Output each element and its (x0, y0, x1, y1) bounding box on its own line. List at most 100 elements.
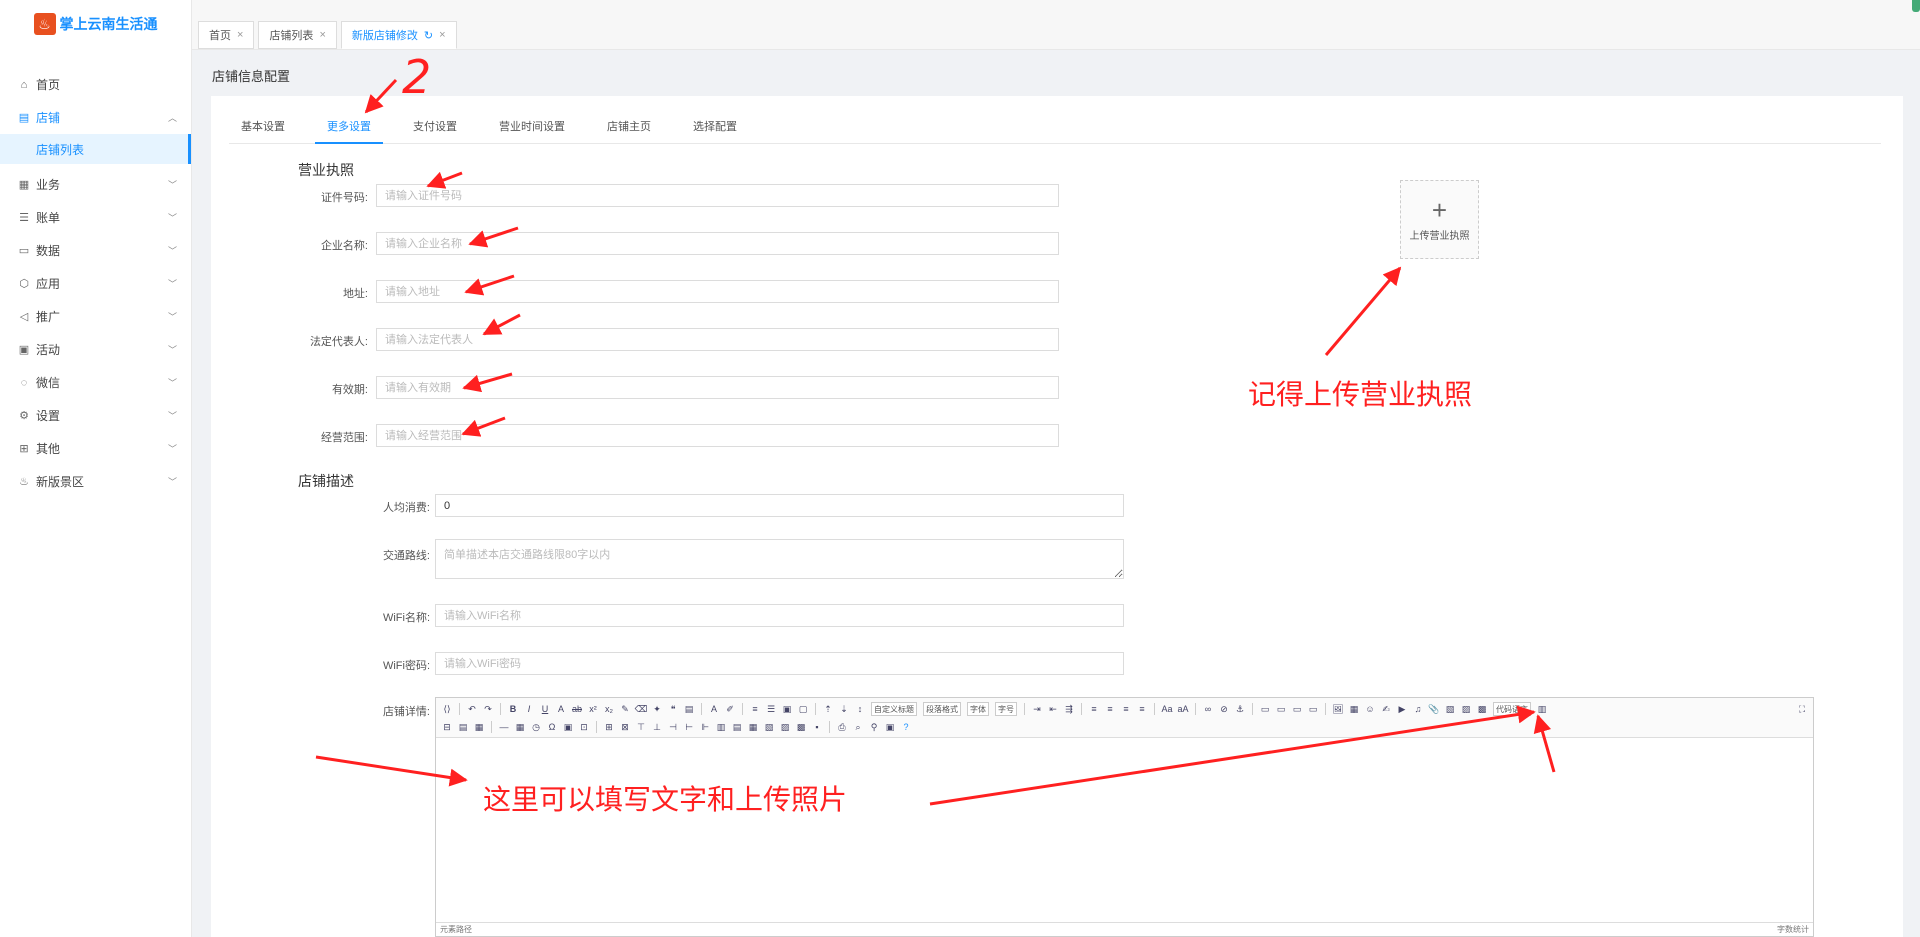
sidebar-subitem-shop-list[interactable]: 店铺列表 (0, 134, 191, 164)
background-icon[interactable]: ▤ (456, 720, 470, 734)
split-rows-icon[interactable]: ▨ (778, 720, 792, 734)
sidebar-item-settings[interactable]: ⚙ 设置 ﹀ (0, 399, 191, 432)
cert-number-input[interactable] (376, 184, 1059, 207)
tab-shop-homepage[interactable]: 店铺主页 (595, 110, 663, 144)
wifi-name-input[interactable] (435, 604, 1124, 627)
snapscreen-icon[interactable]: ⊡ (577, 720, 591, 734)
image-right-icon[interactable]: ▭ (1290, 702, 1304, 716)
custom-title-select[interactable]: 自定义标题 (871, 702, 917, 716)
tab-more-settings[interactable]: 更多设置 (315, 110, 383, 144)
sidebar-item-bill[interactable]: ☰ 账单 ﹀ (0, 201, 191, 234)
avg-spend-input[interactable] (435, 494, 1124, 517)
sidebar-item-home[interactable]: ⌂ 首页 (0, 68, 191, 101)
music-icon[interactable]: ♫ (1411, 702, 1425, 716)
sidebar-item-business[interactable]: ▦ 业务 ﹀ (0, 168, 191, 201)
search-replace-icon[interactable]: ⚲ (867, 720, 881, 734)
wifi-password-input[interactable] (435, 652, 1124, 675)
business-scope-input[interactable] (376, 424, 1059, 447)
template-gallery-icon[interactable]: ▦ (472, 720, 486, 734)
gmap-icon[interactable]: ▨ (1459, 702, 1473, 716)
clear-format-icon[interactable]: ⌫ (634, 702, 648, 716)
insert-paragraph-before-table-icon[interactable]: ⊤ (634, 720, 648, 734)
auto-typeset-icon[interactable]: ✦ (650, 702, 664, 716)
tab-basic-settings[interactable]: 基本设置 (229, 110, 297, 144)
unordered-list-icon[interactable]: ☰ (764, 702, 778, 716)
scrawl-icon[interactable]: ✍ (1379, 702, 1393, 716)
font-family-select[interactable]: 字体 (967, 702, 989, 716)
close-icon[interactable]: × (439, 29, 445, 41)
attachment-icon[interactable]: 📎 (1427, 702, 1441, 716)
font-color-icon[interactable]: A (707, 702, 721, 716)
horizontal-rule-icon[interactable]: — (497, 720, 511, 734)
merge-right-icon[interactable]: ▤ (730, 720, 744, 734)
delete-table-icon[interactable]: ⊠ (618, 720, 632, 734)
uppercase-icon[interactable]: Aa (1160, 702, 1174, 716)
font-size-select[interactable]: 字号 (995, 702, 1017, 716)
sidebar-item-promotion[interactable]: ◁ 推广 ﹀ (0, 300, 191, 333)
sidebar-item-shop[interactable]: ▤ 店铺 ︿ (0, 101, 191, 134)
line-height-icon[interactable]: ↕ (853, 702, 867, 716)
undo-icon[interactable]: ↶ (465, 702, 479, 716)
editor-content-area[interactable] (436, 738, 1813, 922)
table-properties-icon[interactable]: ▪ (810, 720, 824, 734)
insert-col-icon[interactable]: ⊢ (682, 720, 696, 734)
paste-plain-icon[interactable]: ▤ (682, 702, 696, 716)
help-icon[interactable]: ? (899, 720, 913, 734)
sidebar-item-other[interactable]: ⊞ 其他 ﹀ (0, 432, 191, 465)
sidebar-item-data[interactable]: ▭ 数据 ﹀ (0, 234, 191, 267)
tab-select-config[interactable]: 选择配置 (681, 110, 749, 144)
date-icon[interactable]: ▦ (513, 720, 527, 734)
image-center-icon[interactable]: ▭ (1306, 702, 1320, 716)
blockquote-icon[interactable]: ❝ (666, 702, 680, 716)
template-icon[interactable]: ▥ (1535, 702, 1549, 716)
align-left-icon[interactable]: ≡ (1087, 702, 1101, 716)
redo-icon[interactable]: ↷ (481, 702, 495, 716)
align-justify-icon[interactable]: ≡ (1135, 702, 1149, 716)
time-icon[interactable]: ◷ (529, 720, 543, 734)
address-input[interactable] (376, 280, 1059, 303)
upload-license-button[interactable]: + 上传营业执照 (1400, 180, 1479, 259)
row-spacing-bottom-icon[interactable]: ⇣ (837, 702, 851, 716)
unlink-icon[interactable]: ⊘ (1217, 702, 1231, 716)
multi-image-icon[interactable]: ▦ (1347, 702, 1361, 716)
merge-cells-icon[interactable]: ▥ (714, 720, 728, 734)
ordered-list-icon[interactable]: ≡ (748, 702, 762, 716)
delete-col-icon[interactable]: ⊩ (698, 720, 712, 734)
bold-icon[interactable]: B (506, 702, 520, 716)
ltr-icon[interactable]: ⇥ (1030, 702, 1044, 716)
close-icon[interactable]: × (237, 29, 243, 41)
emotion-icon[interactable]: ☺ (1363, 702, 1377, 716)
rtl-icon[interactable]: ⇤ (1046, 702, 1060, 716)
close-icon[interactable]: × (319, 29, 325, 41)
image-none-icon[interactable]: ▭ (1258, 702, 1272, 716)
sidebar-item-scenic[interactable]: ♨ 新版景区 ﹀ (0, 465, 191, 498)
insert-frame-icon[interactable]: ▩ (1475, 702, 1489, 716)
insert-table-icon[interactable]: ⊞ (602, 720, 616, 734)
preview-icon[interactable]: ⌕ (851, 720, 865, 734)
map-icon[interactable]: ▧ (1443, 702, 1457, 716)
merge-down-icon[interactable]: ▦ (746, 720, 760, 734)
clear-doc-icon[interactable]: ▢ (796, 702, 810, 716)
sidebar-item-app[interactable]: ⬡ 应用 ﹀ (0, 267, 191, 300)
tab-payment-settings[interactable]: 支付设置 (401, 110, 469, 144)
tab-shop-edit[interactable]: 新版店铺修改 ↻ × (340, 21, 457, 49)
underline-icon[interactable]: U (538, 702, 552, 716)
italic-icon[interactable]: I (522, 702, 536, 716)
logo[interactable]: ♨ 掌上云南生活通 (0, 0, 191, 48)
image-left-icon[interactable]: ▭ (1274, 702, 1288, 716)
strikethrough-icon[interactable]: ab (570, 702, 584, 716)
insert-row-icon[interactable]: ⊥ (650, 720, 664, 734)
align-right-icon[interactable]: ≡ (1119, 702, 1133, 716)
video-icon[interactable]: ▶ (1395, 702, 1409, 716)
page-break-icon[interactable]: ⊟ (440, 720, 454, 734)
traffic-route-textarea[interactable] (435, 539, 1124, 579)
row-spacing-top-icon[interactable]: ⇡ (821, 702, 835, 716)
refresh-icon[interactable]: ↻ (424, 29, 433, 42)
code-language-select[interactable]: 代码语言 (1493, 702, 1531, 716)
highlight-icon[interactable]: ✐ (723, 702, 737, 716)
word-image-icon[interactable]: ▣ (561, 720, 575, 734)
subscript-icon[interactable]: x₂ (602, 702, 616, 716)
sidebar-item-activity[interactable]: ▣ 活动 ﹀ (0, 333, 191, 366)
tab-home[interactable]: 首页 × (198, 21, 255, 49)
sidebar-item-wechat[interactable]: ◌ 微信 ﹀ (0, 366, 191, 399)
